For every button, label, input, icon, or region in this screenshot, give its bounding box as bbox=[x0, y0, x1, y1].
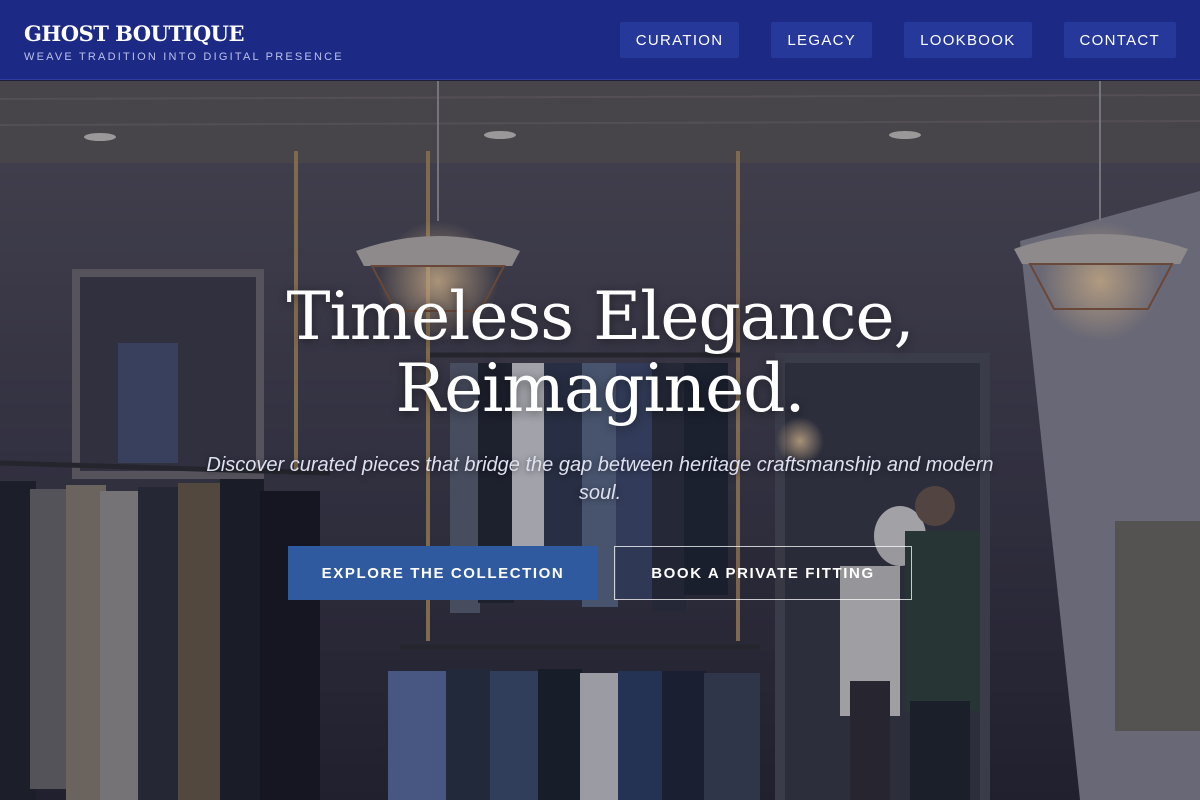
hero-title-line-1: Timeless Elegance, bbox=[286, 278, 914, 355]
nav-curation[interactable]: CURATION bbox=[619, 22, 740, 58]
hero-title-line-2: Reimagined. bbox=[395, 350, 806, 427]
brand-name[interactable]: GHOST BOUTIQUE bbox=[24, 20, 344, 48]
hero-title: Timeless Elegance, Reimagined. bbox=[0, 281, 1200, 425]
nav-lookbook[interactable]: LOOKBOOK bbox=[904, 22, 1032, 58]
book-fitting-button[interactable]: BOOK A PRIVATE FITTING bbox=[614, 546, 912, 600]
nav-contact[interactable]: CONTACT bbox=[1063, 22, 1176, 58]
brand[interactable]: GHOST BOUTIQUE WEAVE TRADITION INTO DIGI… bbox=[24, 20, 344, 63]
explore-collection-button[interactable]: EXPLORE THE COLLECTION bbox=[288, 546, 598, 600]
brand-tagline: WEAVE TRADITION INTO DIGITAL PRESENCE bbox=[24, 51, 344, 63]
hero-subtitle: Discover curated pieces that bridge the … bbox=[206, 454, 994, 504]
site-header: GHOST BOUTIQUE WEAVE TRADITION INTO DIGI… bbox=[0, 0, 1200, 80]
nav-legacy[interactable]: LEGACY bbox=[771, 22, 873, 58]
hero-section: Timeless Elegance, Reimagined. Discover … bbox=[0, 81, 1200, 800]
hero-content: Timeless Elegance, Reimagined. Discover … bbox=[0, 81, 1200, 800]
main-nav: CURATION LEGACY LOOKBOOK CONTACT bbox=[619, 22, 1176, 58]
